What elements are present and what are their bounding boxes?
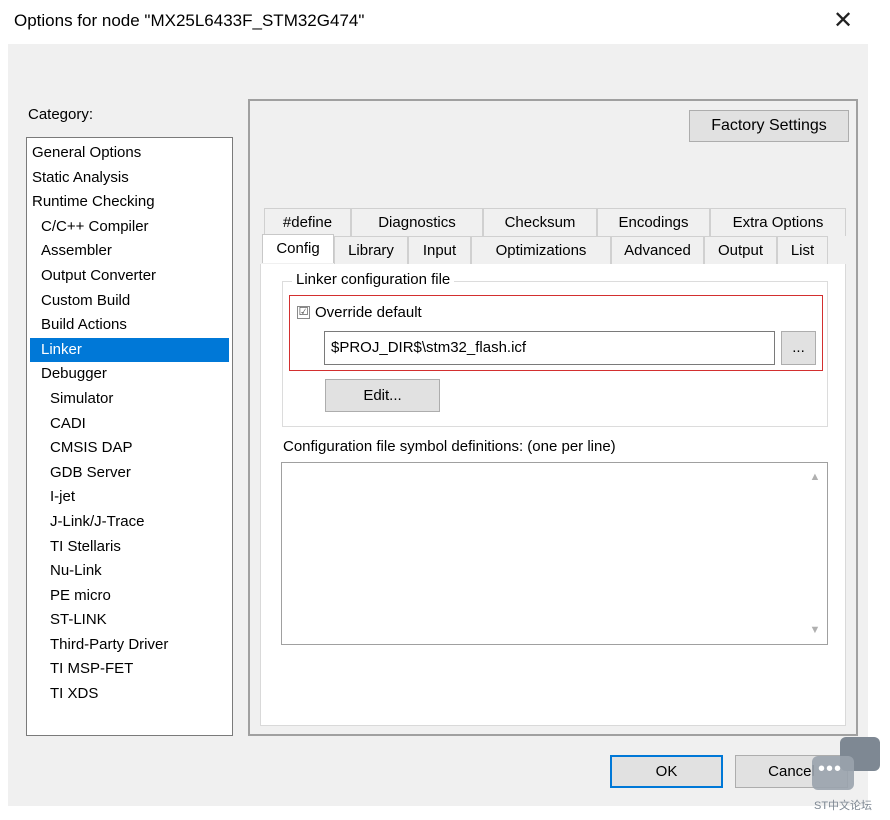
tab-checksum[interactable]: Checksum (483, 208, 597, 236)
category-item-ti-stellaris[interactable]: TI Stellaris (27, 535, 232, 560)
override-default-checkbox[interactable]: ☑ (297, 306, 310, 319)
watermark-dots-icon: ••• (818, 758, 843, 780)
category-item-build-actions[interactable]: Build Actions (27, 313, 232, 338)
category-item-i-jet[interactable]: I-jet (27, 485, 232, 510)
category-item-pe-micro[interactable]: PE micro (27, 584, 232, 609)
symbol-definitions-label: Configuration file symbol definitions: (… (283, 438, 616, 455)
category-item-debugger[interactable]: Debugger (27, 362, 232, 387)
category-item-custom-build[interactable]: Custom Build (27, 289, 232, 314)
symbol-definitions-textarea[interactable]: ▲ ▼ (281, 462, 828, 645)
category-list[interactable]: General Options Static Analysis Runtime Ch… (26, 137, 233, 736)
category-item-general-options[interactable]: General Options (27, 141, 232, 166)
tab-extra-options[interactable]: Extra Options (710, 208, 846, 236)
window-title: Options for node "MX25L6433F_STM32G474" (14, 11, 365, 30)
override-default-label[interactable]: Override default (315, 304, 422, 321)
factory-settings-button[interactable]: Factory Settings (689, 110, 849, 142)
category-item-j-link-j-trace[interactable]: J-Link/J-Trace (27, 510, 232, 535)
config-file-path-input[interactable]: $PROJ_DIR$\stm32_flash.icf (324, 331, 775, 365)
category-item-cadi[interactable]: CADI (27, 412, 232, 437)
scroll-down-icon[interactable]: ▼ (803, 620, 827, 640)
edit-button[interactable]: Edit... (325, 379, 440, 412)
category-item-nu-link[interactable]: Nu-Link (27, 559, 232, 584)
category-item-assembler[interactable]: Assembler (27, 239, 232, 264)
tab-list[interactable]: List (777, 236, 828, 264)
scroll-up-icon[interactable]: ▲ (803, 467, 827, 487)
category-item-ti-xds[interactable]: TI XDS (27, 682, 232, 707)
category-item-runtime-checking[interactable]: Runtime Checking (27, 190, 232, 215)
category-item-c-c-compiler[interactable]: C/C++ Compiler (27, 215, 232, 240)
category-item-static-analysis[interactable]: Static Analysis (27, 166, 232, 191)
tab-encodings[interactable]: Encodings (597, 208, 710, 236)
linker-config-group-title: Linker configuration file (292, 271, 455, 288)
tab-input[interactable]: Input (408, 236, 471, 264)
category-item-third-party-driver[interactable]: Third-Party Driver (27, 633, 232, 658)
vertical-scrollbar[interactable]: ▲ ▼ (803, 463, 827, 644)
tab-advanced[interactable]: Advanced (611, 236, 704, 264)
ok-button[interactable]: OK (610, 755, 723, 788)
browse-button[interactable]: ... (781, 331, 816, 365)
title-bar: Options for node "MX25L6433F_STM32G474" … (0, 0, 890, 44)
tab-library[interactable]: Library (334, 236, 408, 264)
tab-config[interactable]: Config (262, 234, 334, 263)
category-item-output-converter[interactable]: Output Converter (27, 264, 232, 289)
close-icon[interactable]: ✕ (828, 6, 858, 36)
tab-define[interactable]: #define (264, 208, 351, 236)
category-item-st-link[interactable]: ST-LINK (27, 608, 232, 633)
tab-output[interactable]: Output (704, 236, 777, 264)
category-item-cmsis-dap[interactable]: CMSIS DAP (27, 436, 232, 461)
category-item-simulator[interactable]: Simulator (27, 387, 232, 412)
category-item-gdb-server[interactable]: GDB Server (27, 461, 232, 486)
category-item-linker[interactable]: Linker (30, 337, 229, 363)
tab-diagnostics[interactable]: Diagnostics (351, 208, 483, 236)
watermark-text: ST中文论坛 (814, 800, 873, 812)
category-item-ti-msp-fet[interactable]: TI MSP-FET (27, 657, 232, 682)
tab-optimizations[interactable]: Optimizations (471, 236, 611, 264)
category-label: Category: (28, 106, 94, 123)
